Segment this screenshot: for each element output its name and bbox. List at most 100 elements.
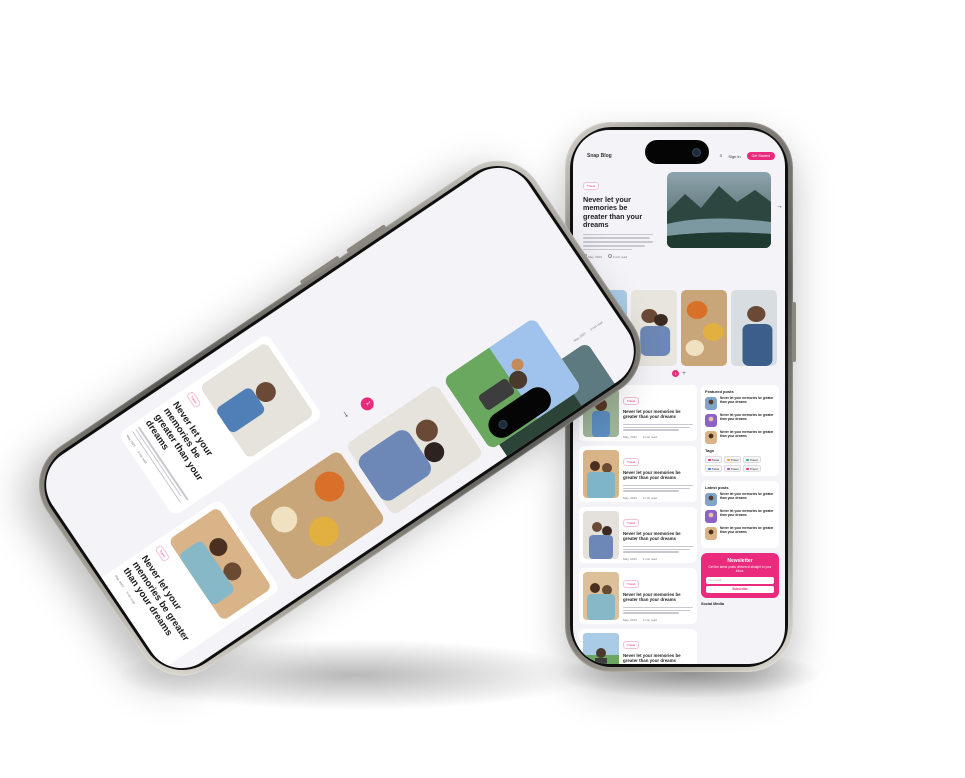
- read-time-label: 3 min read: [607, 254, 627, 259]
- hero-section: Travel Never let your memories be greate…: [581, 168, 783, 259]
- latest-posts-heading: Latest posts: [705, 485, 729, 490]
- latest-thumbnail[interactable]: [705, 510, 717, 523]
- post-title[interactable]: Never let your memories be greater than …: [623, 531, 693, 542]
- left-phone-screen: May, 2023 3 min read 1 → Travel Never le…: [32, 153, 648, 683]
- latest-title[interactable]: Never let your memories be greater than …: [720, 526, 775, 540]
- subscribe-button[interactable]: Subscribe: [706, 585, 774, 593]
- left-feed: May, 2023 3 min read 1 → Travel Never le…: [32, 154, 648, 682]
- post-card[interactable]: Travel Never let your memories be greate…: [579, 507, 697, 563]
- latest-thumbnail[interactable]: [705, 493, 717, 506]
- gallery-tile[interactable]: [681, 290, 727, 366]
- featured-title[interactable]: Never let your memories be greater than …: [720, 413, 775, 427]
- featured-title[interactable]: Never let your memories be greater than …: [720, 430, 775, 444]
- post-excerpt: [623, 606, 693, 614]
- tag-item[interactable]: Travel: [743, 456, 761, 463]
- get-started-button[interactable]: Get Started: [746, 152, 775, 160]
- clock-icon: [607, 254, 612, 259]
- tag-item[interactable]: Travel: [724, 456, 742, 463]
- post-chip[interactable]: Travel: [623, 519, 640, 527]
- latest-thumbnail[interactable]: [705, 527, 717, 540]
- post-title[interactable]: Never let your memories be greater than …: [623, 409, 693, 420]
- featured-post[interactable]: Never let your memories be greater than …: [705, 413, 775, 427]
- left-phone: May, 2023 3 min read 1 → Travel Never le…: [21, 142, 659, 694]
- tag-item[interactable]: Travel: [705, 456, 723, 463]
- post-thumbnail[interactable]: [583, 572, 619, 620]
- post-list: Travel Never let your memories be greate…: [579, 385, 697, 664]
- pager-current[interactable]: 1: [672, 370, 680, 377]
- latest-title[interactable]: Never let your memories be greater than …: [720, 509, 775, 523]
- pager-current[interactable]: 1: [358, 394, 377, 413]
- post-title[interactable]: Never let your memories be greater than …: [623, 470, 693, 481]
- social-media-heading: Social Media: [701, 601, 725, 606]
- tag-dot-icon: [746, 458, 749, 462]
- featured-posts-box: Featured posts Never let your memories b…: [701, 385, 779, 476]
- tag-item[interactable]: Travel: [743, 465, 761, 472]
- post-meta: May, 2023 3 min read: [623, 556, 657, 561]
- tag-dot-icon: [746, 467, 749, 471]
- featured-post[interactable]: Never let your memories be greater than …: [705, 396, 775, 410]
- featured-title[interactable]: Never let your memories be greater than …: [720, 396, 775, 410]
- content-area: Travel Never let your memories be greate…: [579, 385, 779, 664]
- tags-list: Travel Travel Travel Travel Travel Trave…: [705, 456, 775, 472]
- post-meta: May, 2023 3 min read: [623, 434, 657, 439]
- hero-meta: May, 2023 3 min read: [572, 320, 604, 343]
- hero-title[interactable]: Never let your memories be greater than …: [583, 195, 653, 230]
- search-icon[interactable]: ⌕: [720, 153, 723, 159]
- post-chip[interactable]: Travel: [623, 641, 640, 649]
- dynamic-island: [645, 140, 709, 164]
- hero-meta: May, 2023 3 min read: [583, 254, 653, 259]
- gallery-tile[interactable]: [731, 290, 777, 366]
- latest-post[interactable]: Never let your memories be greater than …: [705, 526, 775, 540]
- latest-post[interactable]: Never let your memories be greater than …: [705, 492, 775, 506]
- post-chip[interactable]: Travel: [623, 397, 640, 405]
- hero-text: Travel Never let your memories be greate…: [583, 174, 653, 259]
- latest-posts-box: Latest posts Never let your memories be …: [701, 481, 779, 548]
- tag-dot-icon: [708, 458, 711, 462]
- post-chip[interactable]: Travel: [623, 580, 640, 588]
- category-chip[interactable]: Travel: [583, 182, 600, 190]
- post-card[interactable]: Travel Never let your memories be greate…: [579, 446, 697, 502]
- featured-post[interactable]: Never let your memories be greater than …: [705, 430, 775, 444]
- post-chip[interactable]: Travel: [154, 544, 171, 563]
- post-excerpt: [623, 484, 693, 492]
- hero-image[interactable]: [667, 172, 771, 248]
- tag-item[interactable]: Travel: [705, 465, 723, 472]
- tag-dot-icon: [727, 458, 730, 462]
- post-thumbnail[interactable]: [199, 341, 315, 460]
- featured-posts-heading: Featured posts: [705, 389, 734, 394]
- post-meta: May, 2023 3 min read: [623, 495, 657, 500]
- post-card[interactable]: Travel Never let your memories be greate…: [579, 568, 697, 624]
- site-logo[interactable]: Snap Blog: [587, 153, 612, 159]
- hero-excerpt: [583, 233, 653, 251]
- sidebar: Featured posts Never let your memories b…: [701, 385, 779, 664]
- post-thumbnail[interactable]: [583, 511, 619, 559]
- camera-lens-icon: [496, 417, 509, 431]
- post-card[interactable]: Travel Never let your memories be greate…: [579, 629, 697, 664]
- featured-thumbnail[interactable]: [705, 431, 717, 444]
- tag-dot-icon: [708, 467, 711, 471]
- login-link[interactable]: Sign in: [728, 154, 740, 159]
- tags-heading: Tags: [705, 448, 715, 453]
- tag-item[interactable]: Travel: [724, 465, 742, 472]
- featured-thumbnail[interactable]: [705, 397, 717, 410]
- post-chip[interactable]: Travel: [623, 458, 640, 466]
- latest-title[interactable]: Never let your memories be greater than …: [720, 492, 775, 506]
- post-title[interactable]: Never let your memories be greater than …: [623, 653, 693, 664]
- camera-lens-icon: [692, 147, 701, 157]
- featured-thumbnail[interactable]: [705, 414, 717, 427]
- pager-next[interactable]: +: [682, 371, 686, 377]
- post-meta: May, 2023 3 min read: [623, 617, 657, 622]
- newsletter-subtitle: Get the latest posts delivered straight …: [708, 565, 772, 573]
- newsletter-box: Newsletter Get the latest posts delivere…: [701, 553, 779, 598]
- next-arrow-icon[interactable]: →: [339, 407, 354, 421]
- latest-post[interactable]: Never let your memories be greater than …: [705, 509, 775, 523]
- tag-dot-icon: [727, 467, 730, 471]
- next-arrow-icon[interactable]: →: [776, 203, 783, 210]
- newsletter-email-input[interactable]: Your email: [706, 576, 774, 584]
- post-title[interactable]: Never let your memories be greater than …: [623, 592, 693, 603]
- post-excerpt: [623, 545, 693, 553]
- gallery-chip-row: Travel: [583, 268, 785, 286]
- post-chip[interactable]: Travel: [185, 390, 202, 409]
- post-thumbnail[interactable]: [583, 450, 619, 498]
- power-button: [792, 302, 796, 362]
